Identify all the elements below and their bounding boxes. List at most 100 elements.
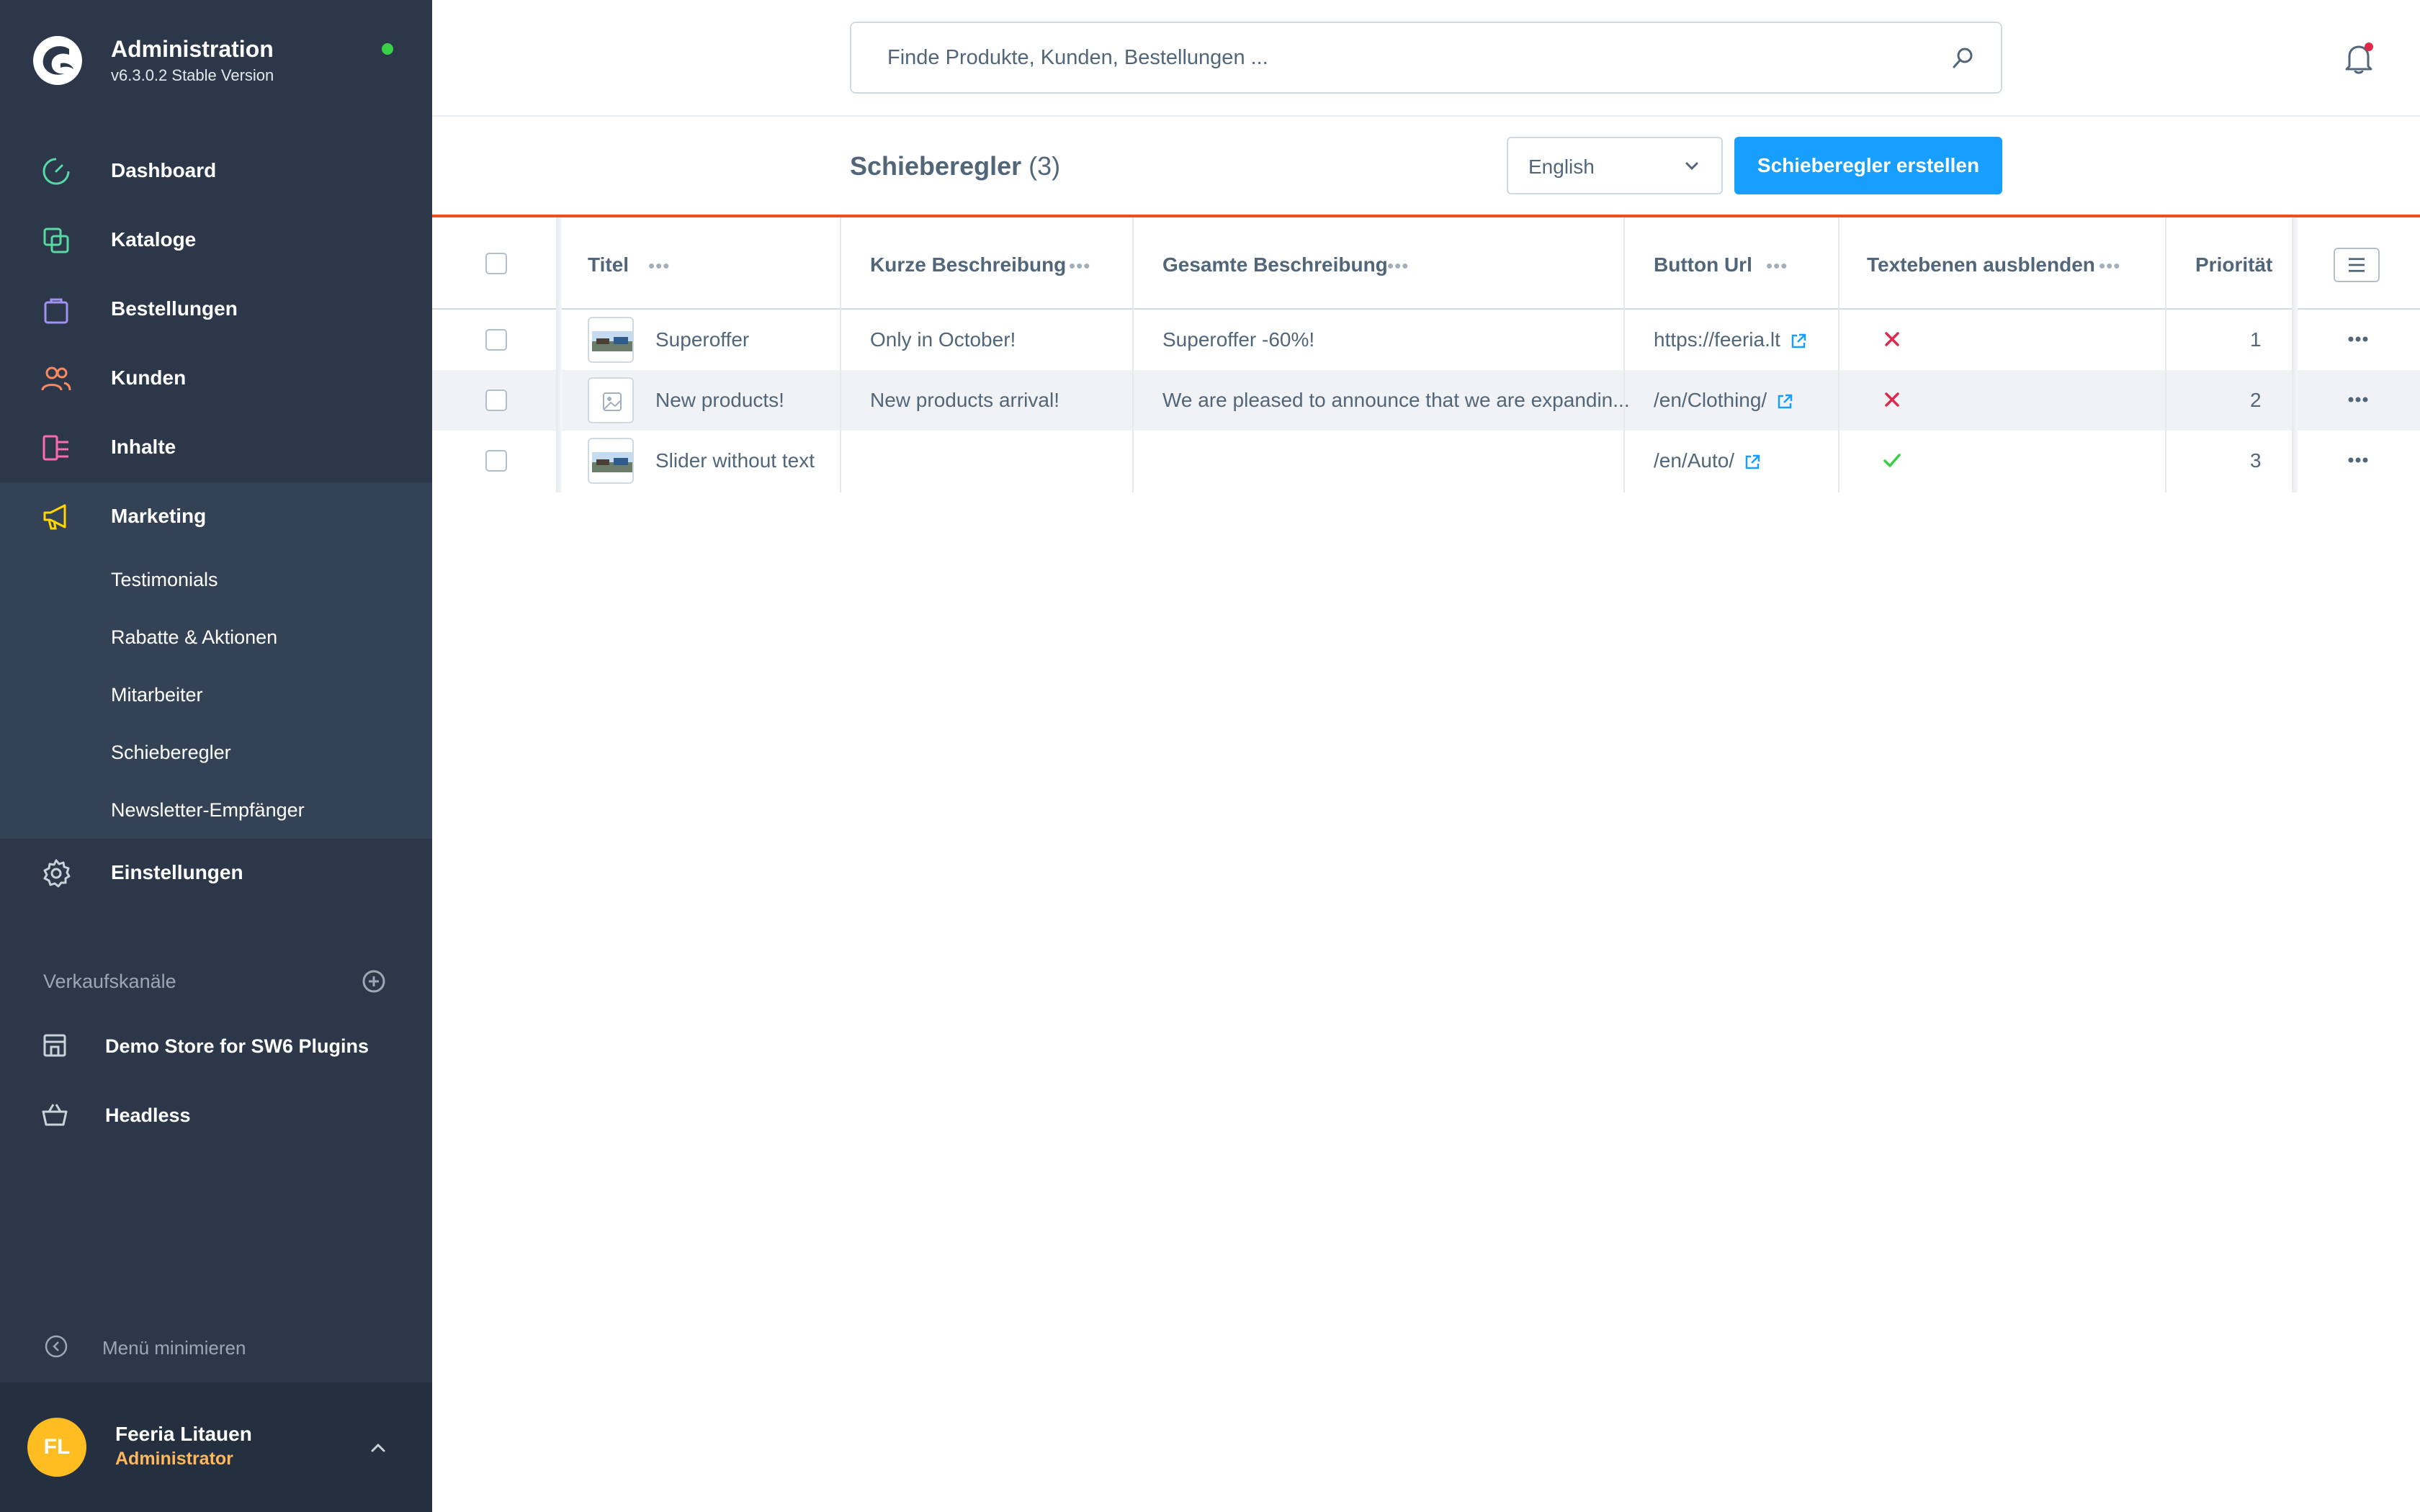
shopping-bag-icon bbox=[44, 298, 68, 324]
add-circle-icon[interactable] bbox=[362, 969, 386, 994]
user-panel[interactable]: FL Feeria Litauen Administrator bbox=[0, 1382, 432, 1512]
url-text: https://feeria.lt bbox=[1654, 328, 1780, 351]
nav-item-catalogs[interactable]: Kataloge bbox=[0, 206, 432, 275]
slider-title[interactable]: Slider without text bbox=[655, 449, 815, 472]
global-search-input[interactable]: Finde Produkte, Kunden, Bestellungen ... bbox=[850, 22, 2002, 94]
slider-short-description: New products arrival! bbox=[870, 389, 1059, 411]
column-menu-icon[interactable]: ••• bbox=[648, 255, 670, 277]
sub-item-sliders[interactable]: Schieberegler bbox=[111, 742, 231, 764]
column-menu-icon[interactable]: ••• bbox=[2099, 255, 2120, 277]
nav-item-dashboard[interactable]: Dashboard bbox=[0, 137, 432, 206]
sub-item-discounts[interactable]: Rabatte & Aktionen bbox=[111, 626, 277, 649]
chevron-left-circle-icon bbox=[45, 1335, 68, 1358]
nav-item-content[interactable]: Inhalte bbox=[0, 413, 432, 482]
column-divider bbox=[556, 217, 562, 492]
nav-item-settings[interactable]: Einstellungen bbox=[0, 839, 432, 908]
minimize-menu-label: Menü minimieren bbox=[102, 1337, 246, 1359]
chevron-up-icon[interactable] bbox=[366, 1436, 390, 1460]
brand-title: Administration bbox=[111, 36, 274, 62]
external-link-icon[interactable] bbox=[1775, 392, 1794, 411]
sub-item-staff[interactable]: Mitarbeiter bbox=[111, 684, 203, 706]
nav-item-marketing[interactable]: Marketing Testimonials Rabatte & Aktione… bbox=[0, 482, 432, 839]
brand-version: v6.3.0.2 Stable Version bbox=[111, 66, 274, 84]
column-divider bbox=[1623, 217, 1625, 492]
row-select-checkbox[interactable] bbox=[485, 450, 507, 472]
nav-label: Kunden bbox=[111, 366, 187, 389]
content-list-icon bbox=[42, 435, 68, 461]
slider-full-description: Superoffer -60%! bbox=[1162, 328, 1315, 351]
column-menu-icon[interactable]: ••• bbox=[1387, 255, 1409, 277]
nav-label: Einstellungen bbox=[111, 861, 243, 883]
sub-item-testimonials[interactable]: Testimonials bbox=[111, 569, 218, 591]
column-divider bbox=[840, 217, 841, 492]
column-header-button-url[interactable]: Button Url bbox=[1654, 253, 1752, 276]
column-divider bbox=[2165, 217, 2166, 492]
image-placeholder-icon bbox=[588, 377, 634, 423]
notification-bell-icon[interactable] bbox=[2341, 40, 2377, 76]
grid-settings-menu-icon[interactable] bbox=[2334, 248, 2380, 282]
nav-label: Dashboard bbox=[111, 159, 217, 181]
table-row[interactable]: New products! New products arrival! We a… bbox=[432, 370, 2420, 431]
gear-icon bbox=[43, 859, 71, 888]
slider-thumbnail-image bbox=[588, 438, 634, 484]
slider-priority: 2 bbox=[2250, 389, 2262, 411]
slider-title[interactable]: Superoffer bbox=[655, 328, 749, 351]
minimize-menu-button[interactable]: Menü minimieren bbox=[0, 1325, 432, 1368]
nav-item-customers[interactable]: Kunden bbox=[0, 344, 432, 413]
slider-title[interactable]: New products! bbox=[655, 389, 784, 412]
table-row[interactable]: Superoffer Only in October! Superoffer -… bbox=[432, 310, 2420, 370]
column-menu-icon[interactable]: ••• bbox=[1766, 255, 1788, 277]
avatar: FL bbox=[27, 1418, 86, 1477]
nav-label: Kataloge bbox=[111, 228, 197, 251]
sales-channels-heading: Verkaufskanäle bbox=[43, 971, 176, 992]
chevron-down-icon bbox=[1685, 162, 1698, 171]
column-divider bbox=[1132, 217, 1134, 492]
megaphone-icon bbox=[43, 504, 66, 530]
grid-header-row: Titel ••• Kurze Beschreibung ••• Gesamte… bbox=[432, 217, 2420, 310]
language-select[interactable]: English bbox=[1507, 137, 1723, 194]
sales-channel-headless[interactable]: Headless bbox=[0, 1083, 432, 1148]
row-actions-more-icon[interactable] bbox=[2342, 327, 2374, 351]
basket-icon bbox=[42, 1104, 68, 1126]
search-icon[interactable] bbox=[1949, 45, 1976, 72]
slider-short-description: Only in October! bbox=[870, 328, 1016, 351]
page-title-text: Schieberegler bbox=[850, 151, 1022, 181]
sub-item-newsletter[interactable]: Newsletter-Empfänger bbox=[111, 799, 305, 822]
external-link-icon[interactable] bbox=[1743, 453, 1762, 472]
catalog-icon bbox=[43, 228, 69, 253]
checkmark-icon bbox=[1883, 454, 1901, 467]
nav-label: Bestellungen bbox=[111, 297, 238, 320]
column-header-short-description[interactable]: Kurze Beschreibung bbox=[870, 253, 1066, 276]
table-row[interactable]: Slider without text /en/Auto/ 3 bbox=[432, 431, 2420, 491]
slider-button-url[interactable]: /en/Auto/ bbox=[1654, 449, 1762, 472]
page-title-count: (3) bbox=[1028, 151, 1061, 181]
create-slider-button[interactable]: Schieberegler erstellen bbox=[1734, 137, 2002, 194]
column-header-hide-text[interactable]: Textebenen ausblenden bbox=[1867, 253, 2095, 276]
shopware-logo-icon[interactable] bbox=[32, 35, 84, 86]
select-all-checkbox[interactable] bbox=[485, 253, 507, 274]
gauge-icon bbox=[42, 158, 70, 185]
column-menu-icon[interactable]: ••• bbox=[1069, 255, 1090, 277]
slider-button-url[interactable]: /en/Clothing/ bbox=[1654, 389, 1794, 412]
column-header-priority[interactable]: Priorität bbox=[2195, 253, 2272, 276]
column-header-full-description[interactable]: Gesamte Beschreibung bbox=[1162, 253, 1388, 276]
sales-channel-label: Headless bbox=[105, 1104, 191, 1126]
slider-priority: 1 bbox=[2250, 328, 2262, 351]
slider-button-url[interactable]: https://feeria.lt bbox=[1654, 328, 1808, 351]
online-status-dot bbox=[382, 43, 393, 55]
nav-item-orders[interactable]: Bestellungen bbox=[0, 275, 432, 344]
row-select-checkbox[interactable] bbox=[485, 329, 507, 351]
row-actions-more-icon[interactable] bbox=[2342, 448, 2374, 472]
row-actions-more-icon[interactable] bbox=[2342, 387, 2374, 412]
page-title: Schieberegler (3) bbox=[850, 151, 1060, 181]
top-bar: Finde Produkte, Kunden, Bestellungen ... bbox=[432, 0, 2420, 117]
x-mark-icon bbox=[1885, 332, 1899, 346]
column-header-title[interactable]: Titel bbox=[588, 253, 629, 276]
brand-header: Administration v6.3.0.2 Stable Version bbox=[0, 0, 432, 122]
sales-channel-label: Demo Store for SW6 Plugins bbox=[105, 1035, 369, 1057]
sales-channel-demo-store[interactable]: Demo Store for SW6 Plugins bbox=[0, 1014, 432, 1079]
external-link-icon[interactable] bbox=[1789, 332, 1808, 351]
smart-bar: Schieberegler (3) English Schieberegler … bbox=[432, 117, 2420, 217]
row-select-checkbox[interactable] bbox=[485, 390, 507, 411]
search-placeholder: Finde Produkte, Kunden, Bestellungen ... bbox=[887, 46, 1268, 69]
